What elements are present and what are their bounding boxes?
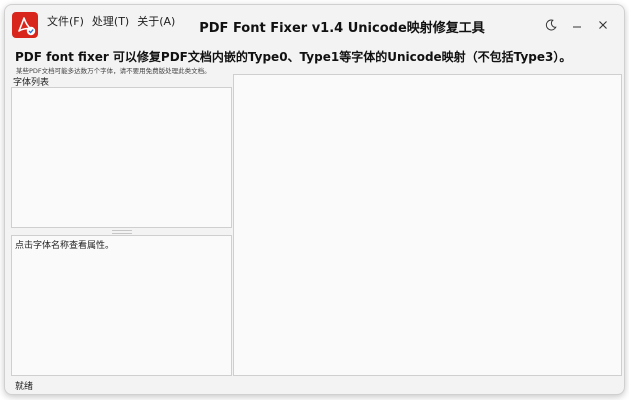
pdf-acrobat-icon — [12, 12, 38, 38]
splitter-grip — [111, 229, 132, 234]
window-controls — [538, 14, 616, 36]
app-window: 文件(F) 处理(T) 关于(A) PDF Font Fixer v1.4 Un… — [4, 4, 625, 395]
minimize-button[interactable] — [564, 14, 590, 36]
preview-panel[interactable] — [233, 74, 622, 376]
window-title: PDF Font Fixer v1.4 Unicode映射修复工具 — [199, 21, 485, 36]
title-bar: 文件(F) 处理(T) 关于(A) PDF Font Fixer v1.4 Un… — [5, 5, 624, 45]
status-bar: 就绪 — [15, 382, 34, 392]
font-properties-panel[interactable]: 点击字体名称查看属性。 — [11, 235, 232, 376]
moon-icon — [545, 16, 557, 35]
properties-hint: 点击字体名称查看属性。 — [15, 241, 115, 251]
menu-file[interactable]: 文件(F) — [45, 14, 90, 30]
app-description: PDF font fixer 可以修复PDF文档内嵌的Type0、Type1等字… — [15, 50, 572, 64]
menu-process[interactable]: 处理(T) — [90, 14, 135, 30]
menu-about[interactable]: 关于(A) — [135, 14, 181, 30]
theme-toggle-button[interactable] — [538, 14, 564, 36]
font-list[interactable] — [11, 87, 232, 228]
menu-bar: 文件(F) 处理(T) 关于(A) — [45, 14, 181, 30]
free-version-note: 某些PDF文档可能多达数万个字体，请不要用免费版处理此类文档。 — [16, 67, 211, 75]
panel-splitter[interactable] — [11, 228, 232, 235]
close-icon — [597, 16, 609, 35]
close-button[interactable] — [590, 14, 616, 36]
minimize-icon — [571, 16, 583, 35]
